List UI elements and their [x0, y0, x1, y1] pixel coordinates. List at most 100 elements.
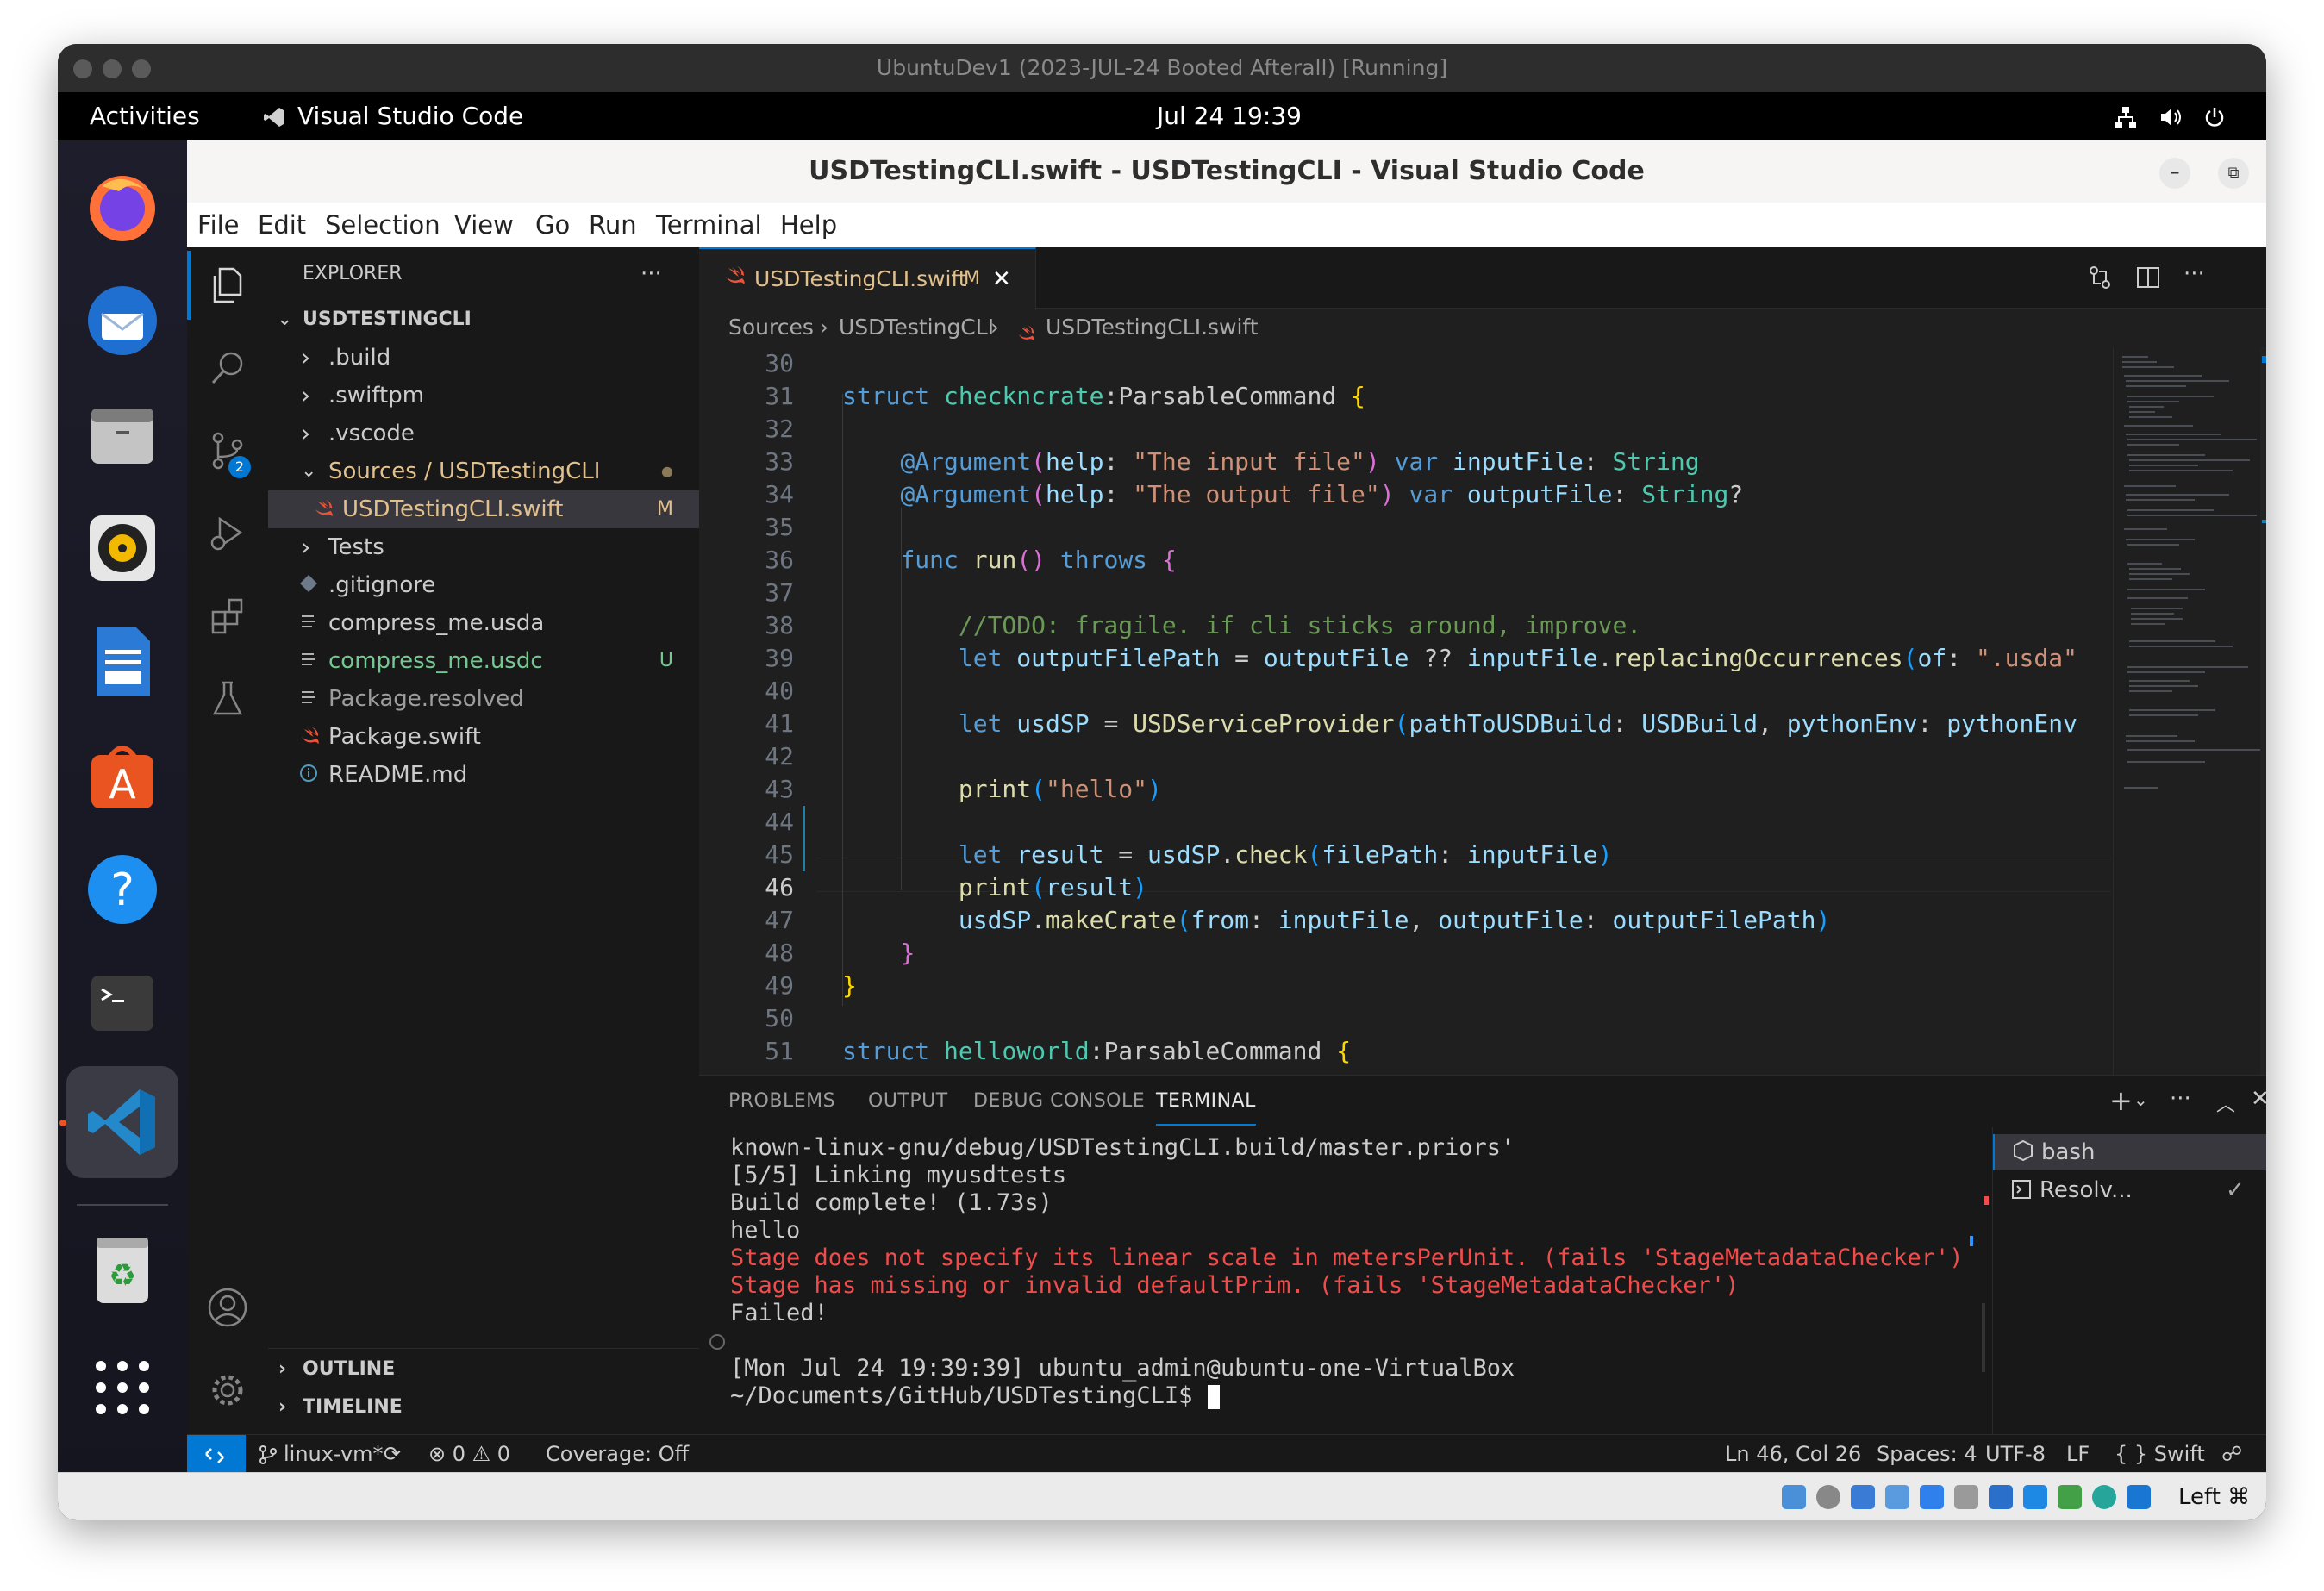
code-line[interactable]: 44 [699, 806, 2113, 839]
indentation[interactable]: Spaces: 4 [1877, 1435, 1977, 1473]
encoding[interactable]: UTF-8 [1985, 1435, 2046, 1473]
recording-icon[interactable] [2023, 1485, 2047, 1509]
display-icon[interactable] [1989, 1485, 2013, 1509]
firefox-icon[interactable] [82, 166, 163, 247]
code-line[interactable]: 31 struct checkncrate:ParsableCommand { [699, 380, 2113, 413]
restore-button[interactable]: ⧉ [2218, 158, 2249, 189]
volume-icon[interactable] [2158, 92, 2183, 140]
tab-usdtestingcli-swift[interactable]: USDTestingCLI.swift M ✕ [699, 247, 1036, 309]
code-line[interactable]: 48 } [699, 937, 2113, 970]
problems-count[interactable]: ⊗ 0 ⚠ 0 [428, 1435, 510, 1473]
shared-folders-icon[interactable] [1954, 1485, 1978, 1509]
app-center-icon[interactable]: A [82, 735, 163, 816]
language-mode[interactable]: { } Swift [2115, 1435, 2205, 1473]
tree-item[interactable]: compress_me.usdc U [268, 642, 699, 680]
code-line[interactable]: 37 [699, 577, 2113, 609]
workspace-root[interactable]: ⌄ USDTESTINGCLI [268, 301, 699, 339]
tab-debug-console[interactable]: DEBUG CONSOLE [973, 1076, 1145, 1127]
coverage-status[interactable]: Coverage: Off [546, 1435, 689, 1473]
code-line[interactable]: 34 @Argument(help: "The output file") va… [699, 478, 2113, 511]
timeline-section[interactable]: › TIMELINE [268, 1388, 699, 1426]
optical-drive-icon[interactable] [1816, 1485, 1840, 1509]
extensions-icon[interactable] [187, 582, 268, 651]
terminal-scrollbar[interactable] [1982, 1303, 1985, 1372]
tree-item[interactable]: › .build [268, 339, 699, 377]
chevron-down-icon[interactable]: ⌄ [2133, 1089, 2148, 1110]
code-line[interactable]: 43 print("hello") [699, 773, 2113, 806]
menu-terminal[interactable]: Terminal [656, 203, 762, 247]
code-line[interactable]: 40 [699, 675, 2113, 708]
activities-button[interactable]: Activities [90, 92, 200, 140]
terminal-icon[interactable] [82, 963, 163, 1044]
branch-name[interactable]: linux-vm* [284, 1435, 384, 1473]
thunderbird-icon[interactable] [82, 280, 163, 361]
split-editor-icon[interactable] [2135, 265, 2161, 294]
maximize-panel-icon[interactable]: ︿ [2216, 1089, 2235, 1117]
code-line[interactable]: 50 [699, 1002, 2113, 1035]
mouse-integration-icon[interactable] [2092, 1485, 2116, 1509]
minimap-scrollbar[interactable] [2260, 347, 2266, 1075]
vscode-icon[interactable] [82, 1082, 163, 1163]
tree-item[interactable]: › Tests [268, 528, 699, 566]
network-icon[interactable] [2114, 92, 2138, 140]
code-line[interactable]: 33 @Argument(help: "The input file") var… [699, 446, 2113, 478]
explorer-more-button[interactable]: ··· [640, 247, 662, 301]
tree-item[interactable]: Package.resolved [268, 680, 699, 718]
tab-problems[interactable]: PROBLEMS [728, 1076, 835, 1127]
menu-go[interactable]: Go [535, 203, 570, 247]
tree-item[interactable]: Package.swift [268, 718, 699, 756]
remote-indicator[interactable] [187, 1435, 246, 1473]
cpu-activity-icon[interactable] [2058, 1485, 2082, 1509]
source-control-icon[interactable] [187, 416, 268, 485]
menu-selection[interactable]: Selection [325, 203, 440, 247]
tree-item[interactable]: › .vscode [268, 415, 699, 452]
minimap[interactable] [2113, 347, 2266, 1075]
tree-item[interactable]: › .swiftpm [268, 377, 699, 415]
breadcrumb-folder[interactable]: USDTestingCLI [839, 308, 994, 347]
testing-icon[interactable] [187, 664, 268, 733]
breadcrumb-file[interactable]: USDTestingCLI.swift [1046, 308, 1259, 347]
cursor-position[interactable]: Ln 46, Col 26 [1725, 1435, 1861, 1473]
search-icon[interactable] [187, 334, 268, 402]
trash-icon[interactable]: ♻ [82, 1228, 163, 1309]
tab-terminal[interactable]: TERMINAL [1156, 1076, 1256, 1126]
explorer-icon[interactable] [187, 251, 268, 320]
code-line[interactable]: 46 print(result) [699, 871, 2113, 904]
code-line[interactable]: 32 [699, 413, 2113, 446]
run-debug-icon[interactable] [187, 499, 268, 568]
audio-icon[interactable] [1851, 1485, 1875, 1509]
usb-icon[interactable] [1920, 1485, 1944, 1509]
tree-item[interactable]: ⌄ Sources / USDTestingCLI ● [268, 452, 699, 490]
compare-changes-icon[interactable] [2087, 265, 2113, 294]
keyboard-capture-icon[interactable] [2127, 1485, 2151, 1509]
menu-run[interactable]: Run [589, 203, 637, 247]
code-line[interactable]: 47 usdSP.makeCrate(from: inputFile, outp… [699, 904, 2113, 937]
power-icon[interactable] [2202, 92, 2227, 140]
terminal-item-bash[interactable]: bash [1993, 1134, 2266, 1170]
menu-file[interactable]: File [197, 203, 240, 247]
code-line[interactable]: 35 [699, 511, 2113, 544]
tab-output[interactable]: OUTPUT [868, 1076, 948, 1127]
code-line[interactable]: 38 //TODO: fragile. if cli sticks around… [699, 609, 2113, 642]
clock[interactable]: Jul 24 19:39 [1157, 92, 1302, 140]
feedback-icon[interactable]: ☍ [2221, 1435, 2242, 1473]
tree-item[interactable]: .gitignore [268, 566, 699, 604]
tree-item[interactable]: README.md [268, 756, 699, 794]
files-icon[interactable] [82, 394, 163, 475]
breadcrumb-sources[interactable]: Sources [728, 308, 814, 347]
menu-help[interactable]: Help [780, 203, 837, 247]
menu-view[interactable]: View [454, 203, 514, 247]
rhythmbox-icon[interactable] [82, 508, 163, 589]
tree-item[interactable]: USDTestingCLI.swift M [268, 490, 699, 528]
command-decoration-icon[interactable] [709, 1334, 725, 1350]
hard-disk-icon[interactable] [1782, 1485, 1806, 1509]
new-terminal-icon[interactable]: + [2109, 1084, 2133, 1117]
code-line[interactable]: 51 struct helloworld:ParsableCommand { [699, 1035, 2113, 1068]
accounts-icon[interactable] [187, 1273, 268, 1342]
sync-icon[interactable]: ⟳ [384, 1435, 401, 1473]
code-line[interactable]: 42 [699, 740, 2113, 773]
help-icon[interactable]: ? [82, 849, 163, 930]
code-line[interactable]: 41 let usdSP = USDServiceProvider(pathTo… [699, 708, 2113, 740]
code-line[interactable]: 36 func run() throws { [699, 544, 2113, 577]
terminal-item-resolve[interactable]: Resolv... ✓ [1993, 1172, 2266, 1208]
